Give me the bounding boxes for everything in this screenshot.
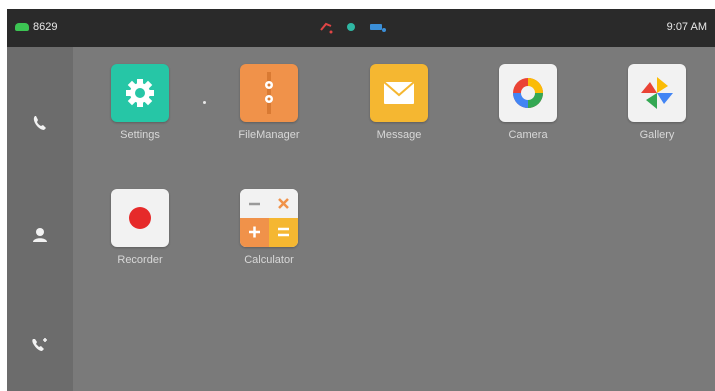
- app-message[interactable]: Message: [354, 64, 444, 141]
- clock: 9:07 AM: [666, 21, 707, 33]
- contacts-icon: [31, 226, 49, 249]
- app-label: Message: [376, 129, 422, 141]
- app-recorder[interactable]: Recorder: [95, 189, 185, 266]
- wifi-status-icon: [345, 21, 357, 36]
- phone-screen: 8629 9:07 AM Settings FileManager Messag…: [7, 9, 715, 391]
- sidebar-item-contacts[interactable]: [7, 217, 73, 257]
- phone-icon: [31, 114, 49, 137]
- app-label: Calculator: [244, 254, 294, 266]
- app-label: Gallery: [639, 129, 675, 141]
- network-icon: [369, 21, 387, 36]
- app-settings[interactable]: Settings: [95, 64, 185, 141]
- app-label: Settings: [120, 129, 160, 141]
- missed-call-icon: [319, 20, 333, 37]
- call-history-icon: [30, 336, 50, 359]
- app-gallery[interactable]: Gallery: [612, 64, 702, 141]
- app-label: FileManager: [238, 129, 300, 141]
- camera-lens-icon: [499, 64, 557, 122]
- app-camera[interactable]: Camera: [483, 64, 573, 141]
- page-dot: [203, 101, 206, 104]
- app-label: Recorder: [117, 254, 163, 266]
- app-calculator[interactable]: Calculator: [224, 189, 314, 266]
- account-number: 8629: [33, 21, 58, 33]
- line-status-icon: [15, 23, 29, 31]
- app-filemanager[interactable]: FileManager: [224, 64, 314, 141]
- sidebar-item-history[interactable]: [7, 327, 73, 367]
- pinwheel-icon: [628, 64, 686, 122]
- status-bar: 8629 9:07 AM: [7, 9, 715, 47]
- envelope-icon: [370, 64, 428, 122]
- app-label: Camera: [508, 129, 548, 141]
- account-indicator: 8629: [15, 21, 57, 33]
- sidebar: [7, 47, 73, 391]
- settings-gear-icon: [111, 64, 169, 122]
- record-icon: [111, 189, 169, 247]
- calculator-icon: [240, 189, 298, 247]
- sidebar-item-phone[interactable]: [7, 105, 73, 145]
- file-manager-icon: [240, 64, 298, 122]
- status-icons: [319, 20, 387, 37]
